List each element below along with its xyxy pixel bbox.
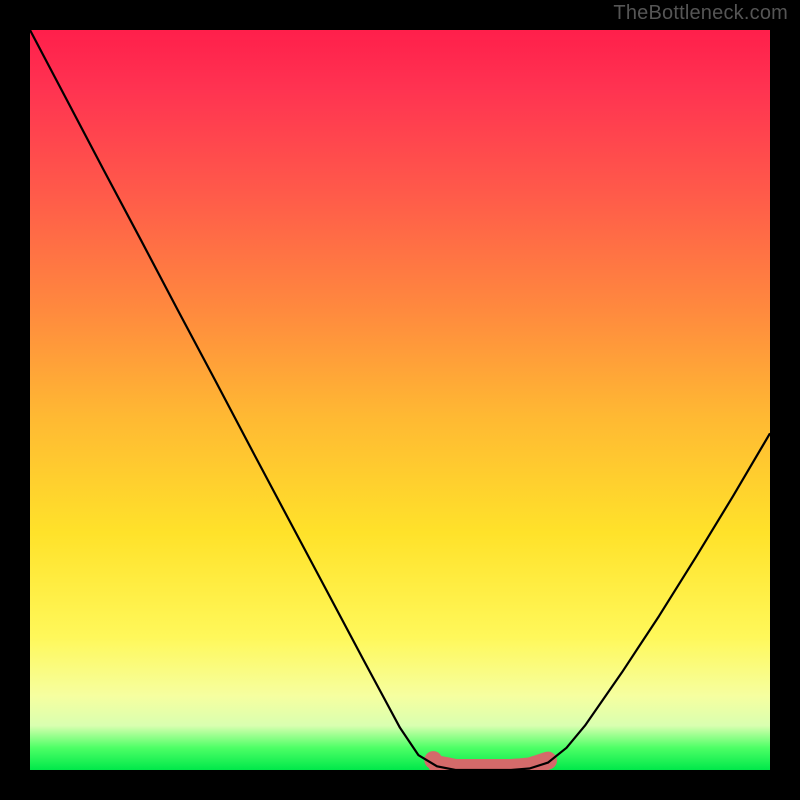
- chart-svg: [30, 30, 770, 770]
- chart-frame: TheBottleneck.com: [0, 0, 800, 800]
- watermark-text: TheBottleneck.com: [613, 2, 788, 25]
- bottleneck-curve: [30, 30, 770, 770]
- plot-area: [30, 30, 770, 770]
